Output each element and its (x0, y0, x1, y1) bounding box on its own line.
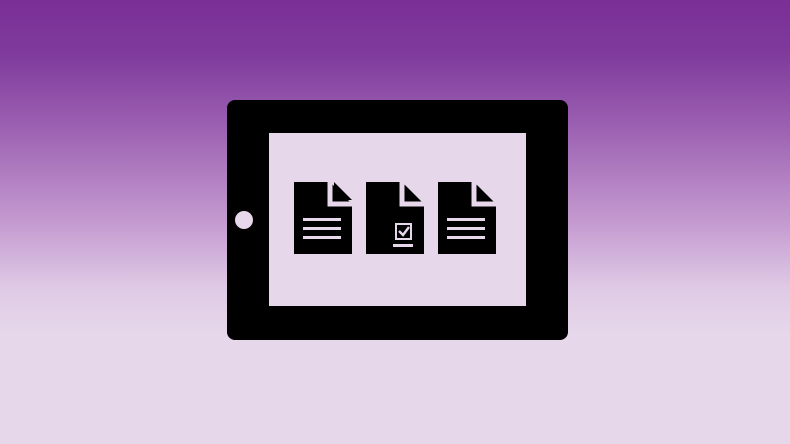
tablet-icon (227, 100, 568, 340)
home-button-icon (235, 211, 253, 229)
document-lines-icon (438, 182, 499, 254)
illustration (0, 0, 790, 444)
document-group (294, 182, 499, 254)
document-lines-icon (294, 182, 355, 254)
tablet-screen (269, 133, 526, 306)
document-checkbox-icon (366, 182, 427, 254)
